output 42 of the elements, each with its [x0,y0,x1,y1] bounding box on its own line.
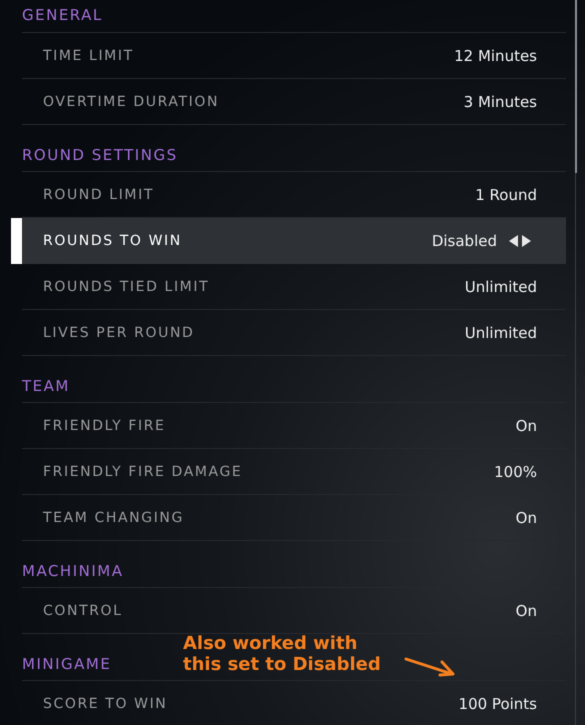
setting-value: Disabled [432,232,497,250]
scrollbar-thumb[interactable] [575,0,577,173]
setting-row[interactable]: FRIENDLY FIRE DAMAGE 100% [22,449,566,495]
setting-label: SCORE TO WIN [43,696,168,712]
setting-value: 12 Minutes [454,46,537,64]
section-title: ROUND SETTINGS [22,146,178,164]
setting-value: Unlimited [464,324,537,342]
selection-indicator [11,218,22,264]
setting-value: 3 Minutes [464,92,537,110]
section-title: TEAM [22,377,70,395]
section-title: MINIGAME [22,655,112,673]
setting-label: LIVES PER ROUND [43,324,194,340]
setting-row[interactable]: ROUNDS TIED LIMIT Unlimited [22,264,566,310]
setting-value: 1 Round [475,186,537,204]
annotation-text: Also worked with this set to Disabled [183,633,381,675]
setting-value: Unlimited [464,278,537,296]
setting-label: ROUND LIMIT [43,186,154,202]
setting-row[interactable]: LIVES PER ROUND Unlimited [22,310,566,356]
setting-value: On [516,602,537,620]
setting-row[interactable]: FRIENDLY FIRE On [22,403,566,449]
left-right-arrows-icon[interactable] [509,234,531,246]
setting-row[interactable]: OVERTIME DURATION 3 Minutes [22,79,566,125]
setting-label: TEAM CHANGING [43,510,184,526]
setting-value: 100% [494,462,537,480]
setting-value: On [516,508,537,526]
setting-label: FRIENDLY FIRE [43,418,166,434]
setting-value: 100 Points [458,694,537,712]
section-title: MACHINIMA [22,562,124,580]
setting-value: On [516,416,537,434]
setting-label: FRIENDLY FIRE DAMAGE [43,464,242,480]
section-title: GENERAL [22,6,103,24]
setting-label: ROUNDS TIED LIMIT [43,278,210,294]
setting-row[interactable]: ROUNDS TO WIN Disabled [22,218,566,264]
setting-label: OVERTIME DURATION [43,94,220,110]
setting-row[interactable]: TIME LIMIT 12 Minutes [22,33,566,79]
setting-row[interactable]: SCORE TO WIN 100 Points [22,681,566,725]
setting-label: CONTROL [43,602,123,618]
setting-label: ROUNDS TO WIN [43,232,182,248]
setting-row[interactable]: CONTROL On [22,588,566,634]
setting-label: TIME LIMIT [43,48,134,64]
setting-row[interactable]: TEAM CHANGING On [22,495,566,541]
annotation-arrow [404,657,456,677]
